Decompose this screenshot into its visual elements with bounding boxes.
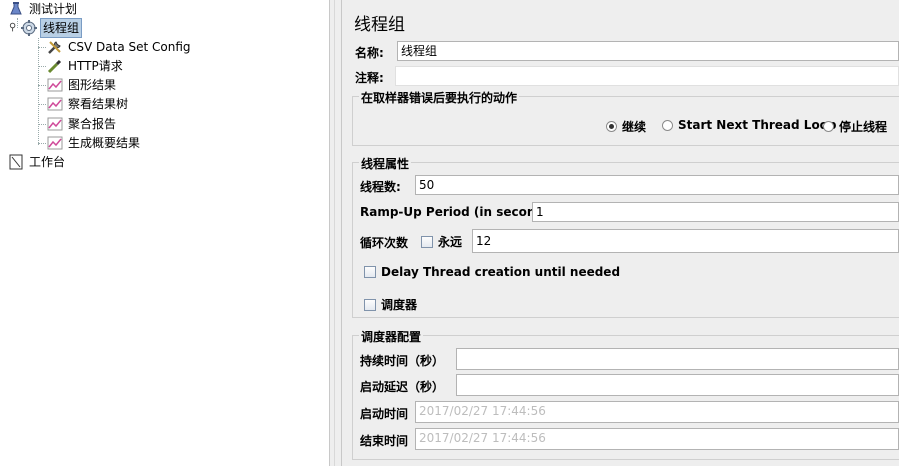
end-time-field[interactable]: 2017/02/27 17:44:56	[415, 428, 899, 450]
radio-stop-thread[interactable]: 停止线程	[823, 118, 887, 135]
radio-continue[interactable]: 继续	[606, 118, 646, 135]
scheduler-checkbox[interactable]: 调度器	[364, 296, 417, 313]
start-time-field[interactable]: 2017/02/27 17:44:56	[415, 401, 899, 423]
split-pane-divider[interactable]	[329, 0, 342, 466]
thread-group-panel: 线程组 名称: 线程组 注释: 在取样器错误后要执行的动作 继续 Start N…	[342, 0, 899, 466]
thread-properties-legend: 线程属性	[359, 155, 412, 172]
delay-thread-creation-checkbox[interactable]: Delay Thread creation until needed	[364, 265, 620, 279]
chart-icon	[47, 96, 63, 112]
tree-connector	[38, 66, 46, 67]
name-field[interactable]: 线程组	[397, 41, 899, 61]
tree-node-test-plan[interactable]: 测试计划	[8, 0, 79, 18]
divider-grip	[334, 0, 338, 466]
tree-connector	[38, 47, 46, 48]
pipette-icon	[47, 58, 63, 74]
test-plan-tree: 测试计划 ⚲ 线程组 CSV Data Set Config HTTP请求 图形…	[0, 0, 329, 466]
duration-label: 持续时间（秒）	[360, 354, 445, 368]
name-label: 名称:	[355, 46, 384, 60]
tree-node-aggregate-report[interactable]: 聚合报告	[47, 115, 118, 133]
tree-node-http-request[interactable]: HTTP请求	[47, 57, 125, 75]
loop-count-field[interactable]: 12	[472, 229, 899, 253]
tree-node-csv-data-set-config[interactable]: CSV Data Set Config	[47, 38, 193, 56]
tree-node-view-results-tree[interactable]: 察看结果树	[47, 95, 130, 113]
flask-icon	[8, 1, 24, 17]
tree-node-workbench[interactable]: 工作台	[8, 153, 67, 171]
tree-node-thread-group[interactable]: ⚲ 线程组	[9, 18, 83, 38]
checkbox[interactable]	[364, 266, 376, 278]
tree-connector	[38, 85, 46, 86]
workbench-icon	[8, 154, 24, 170]
radio-start-next-thread-loop[interactable]: Start Next Thread Loop	[662, 118, 837, 132]
rampup-field[interactable]: 1	[532, 202, 899, 222]
wrench-icon	[47, 39, 63, 55]
sampler-error-action-legend: 在取样器错误后要执行的动作	[359, 89, 520, 106]
tree-connector	[38, 104, 46, 105]
startup-delay-label: 启动延迟（秒）	[360, 380, 445, 394]
tree-connector	[38, 143, 46, 144]
chart-icon	[47, 77, 63, 93]
loop-count-label: 循环次数	[360, 236, 409, 250]
comment-label: 注释:	[355, 71, 384, 85]
tree-connector	[38, 38, 39, 145]
thread-count-field[interactable]: 50	[415, 175, 899, 195]
scheduler-config-legend: 调度器配置	[359, 328, 424, 345]
thread-count-label: 线程数:	[360, 180, 401, 194]
checkbox[interactable]	[364, 298, 376, 311]
radio-button-selected[interactable]	[606, 121, 617, 132]
comment-field[interactable]	[395, 66, 899, 86]
tree-node-generate-summary-results[interactable]: 生成概要结果	[47, 134, 142, 152]
duration-field[interactable]	[456, 348, 899, 370]
forever-checkbox[interactable]: 永远	[421, 233, 462, 250]
checkbox[interactable]	[421, 235, 433, 248]
end-time-label: 结束时间	[360, 434, 409, 448]
tree-connector	[38, 124, 46, 125]
gear-icon	[21, 20, 37, 36]
start-time-label: 启动时间	[360, 407, 409, 421]
tree-node-graph-results[interactable]: 图形结果	[47, 76, 118, 94]
chart-icon	[47, 135, 63, 151]
page-title: 线程组	[354, 15, 405, 35]
radio-button[interactable]	[662, 119, 673, 131]
radio-button[interactable]	[823, 121, 834, 132]
startup-delay-field[interactable]	[456, 374, 899, 396]
chart-icon	[47, 116, 63, 132]
expand-toggle-icon[interactable]: ⚲	[9, 19, 21, 37]
